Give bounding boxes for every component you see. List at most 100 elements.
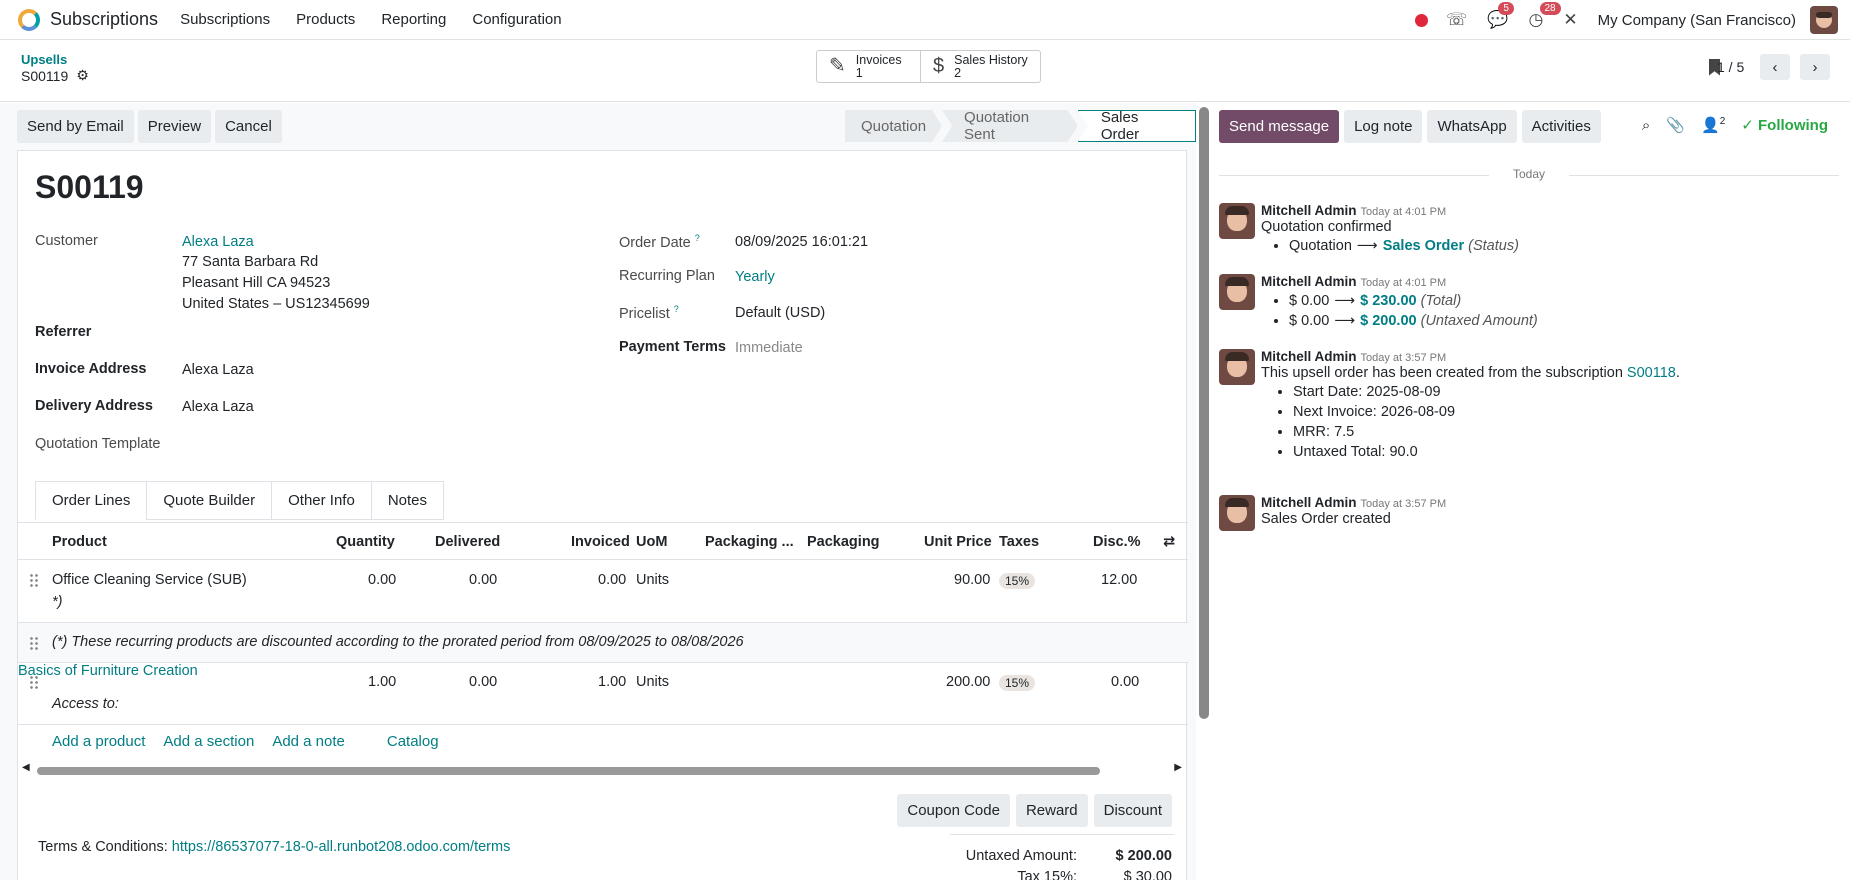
line-delivered[interactable]: 0.00	[469, 572, 497, 588]
terms-link[interactable]: https://86537077-18-0-all.runbot208.odoo…	[172, 839, 511, 855]
status-quotation-sent[interactable]: Quotation Sent	[942, 110, 1078, 142]
table-row[interactable]: Office Cleaning Service (SUB) *) 0.00 0.…	[18, 561, 1188, 623]
menu-configuration[interactable]: Configuration	[472, 11, 561, 28]
line-tax-badge[interactable]: 15%	[999, 675, 1036, 691]
help-icon[interactable]: ?	[695, 233, 700, 243]
debug-tools-icon[interactable]: ✕	[1563, 10, 1577, 30]
log-note-button[interactable]: Log note	[1344, 110, 1423, 143]
app-name[interactable]: Subscriptions	[50, 9, 158, 30]
subscription-link[interactable]: S00118	[1627, 365, 1676, 381]
pager-previous-button[interactable]: ‹	[1760, 54, 1790, 80]
search-icon[interactable]: ⌕	[1642, 117, 1650, 134]
col-unit-price[interactable]: Unit Price	[924, 534, 992, 550]
add-product-link[interactable]: Add a product	[52, 733, 145, 750]
order-date-field[interactable]: 08/09/2025 16:01:21	[735, 234, 868, 250]
paperclip-icon[interactable]: 📎	[1666, 116, 1685, 134]
menu-reporting[interactable]: Reporting	[381, 11, 446, 28]
line-product[interactable]: Basics of Furniture Creation	[18, 663, 198, 679]
col-packaging[interactable]: Packaging	[807, 534, 880, 550]
col-quantity[interactable]: Quantity	[336, 534, 395, 550]
horizontal-scrollbar[interactable]: ◀ ▶	[22, 762, 1182, 776]
message-author[interactable]: Mitchell Admin	[1261, 203, 1357, 218]
preview-button[interactable]: Preview	[137, 110, 212, 143]
invoices-smart-button[interactable]: ✎ Invoices 1	[817, 51, 921, 82]
invoice-address-field[interactable]: Alexa Laza	[182, 362, 254, 378]
line-note[interactable]: (*) These recurring products are discoun…	[52, 634, 744, 650]
column-settings-icon[interactable]: ⇄	[1163, 534, 1175, 550]
status-sales-order[interactable]: Sales Order	[1077, 110, 1196, 142]
form-vertical-scrollbar[interactable]	[1199, 107, 1209, 719]
followers-icon[interactable]: 👤2	[1701, 116, 1725, 134]
line-quantity[interactable]: 1.00	[368, 674, 396, 690]
user-avatar[interactable]	[1810, 6, 1838, 34]
line-delivered[interactable]: 0.00	[469, 674, 497, 690]
col-uom[interactable]: UoM	[636, 534, 667, 550]
col-discount[interactable]: Disc.%	[1093, 534, 1141, 550]
col-taxes[interactable]: Taxes	[999, 534, 1039, 550]
help-icon[interactable]: ?	[674, 304, 679, 314]
catalog-link[interactable]: Catalog	[387, 733, 439, 750]
drag-handle-icon[interactable]	[29, 675, 39, 689]
scroll-right-icon[interactable]: ▶	[1174, 762, 1182, 773]
line-product[interactable]: Office Cleaning Service (SUB)	[52, 572, 247, 588]
discount-button[interactable]: Discount	[1093, 794, 1172, 827]
following-button[interactable]: ✓ Following	[1741, 116, 1828, 134]
tab-other-info[interactable]: Other Info	[271, 481, 371, 520]
whatsapp-button[interactable]: WhatsApp	[1427, 110, 1517, 143]
table-row[interactable]: Basics of Furniture Creation Access to: …	[18, 663, 1188, 725]
pager-next-button[interactable]: ›	[1800, 54, 1830, 80]
author-avatar[interactable]	[1219, 349, 1255, 385]
delivery-address-field[interactable]: Alexa Laza	[182, 399, 254, 415]
tab-order-lines[interactable]: Order Lines	[35, 481, 147, 520]
recurring-plan-field[interactable]: Yearly	[735, 269, 775, 285]
recording-dot-icon[interactable]	[1415, 13, 1429, 27]
drag-handle-icon[interactable]	[29, 636, 39, 650]
breadcrumb-upsells[interactable]: Upsells	[21, 52, 67, 67]
message-author[interactable]: Mitchell Admin	[1261, 274, 1357, 289]
line-discount[interactable]: 0.00	[1111, 674, 1139, 690]
phone-icon[interactable]: ☏	[1446, 10, 1467, 30]
tab-quote-builder[interactable]: Quote Builder	[146, 481, 272, 520]
tab-notes[interactable]: Notes	[370, 481, 444, 520]
pricelist-field[interactable]: Default (USD)	[735, 305, 825, 321]
line-tax-badge[interactable]: 15%	[999, 573, 1036, 589]
message-author[interactable]: Mitchell Admin	[1261, 495, 1357, 510]
line-discount[interactable]: 12.00	[1101, 572, 1137, 588]
sales-history-smart-button[interactable]: $ Sales History 2	[921, 51, 1040, 82]
activities-clock-icon[interactable]: ◷ 28	[1529, 2, 1561, 30]
send-message-button[interactable]: Send message	[1219, 110, 1340, 143]
cancel-button[interactable]: Cancel	[215, 110, 282, 143]
col-product[interactable]: Product	[52, 534, 107, 550]
line-quantity[interactable]: 0.00	[368, 572, 396, 588]
send-by-email-button[interactable]: Send by Email	[17, 110, 134, 143]
author-avatar[interactable]	[1219, 495, 1255, 531]
activities-button[interactable]: Activities	[1521, 110, 1601, 143]
drag-handle-icon[interactable]	[29, 573, 39, 587]
line-unit-price[interactable]: 200.00	[946, 674, 990, 690]
app-logo-icon[interactable]	[18, 8, 40, 31]
author-avatar[interactable]	[1219, 274, 1255, 310]
horizontal-scroll-thumb[interactable]	[37, 767, 1100, 775]
reward-button[interactable]: Reward	[1015, 794, 1088, 827]
menu-subscriptions[interactable]: Subscriptions	[180, 11, 270, 28]
line-uom[interactable]: Units	[636, 572, 669, 588]
line-unit-price[interactable]: 90.00	[954, 572, 990, 588]
table-row-note[interactable]: (*) These recurring products are discoun…	[18, 623, 1188, 663]
author-avatar[interactable]	[1219, 203, 1255, 239]
message-author[interactable]: Mitchell Admin	[1261, 349, 1357, 364]
pager-value[interactable]: 1 / 5	[1717, 59, 1744, 75]
company-switcher[interactable]: My Company (San Francisco)	[1598, 12, 1796, 29]
status-quotation[interactable]: Quotation	[845, 110, 942, 142]
col-packaging-qty[interactable]: Packaging ...	[705, 534, 794, 550]
col-delivered[interactable]: Delivered	[435, 534, 500, 550]
coupon-code-button[interactable]: Coupon Code	[897, 794, 1010, 827]
payment-terms-field[interactable]: Immediate	[735, 340, 803, 356]
scroll-left-icon[interactable]: ◀	[22, 762, 30, 773]
add-section-link[interactable]: Add a section	[163, 733, 254, 750]
line-uom[interactable]: Units	[636, 674, 669, 690]
add-note-link[interactable]: Add a note	[272, 733, 345, 750]
messages-icon[interactable]: 💬 5	[1487, 2, 1514, 30]
gear-icon[interactable]: ⚙	[76, 67, 89, 84]
menu-products[interactable]: Products	[296, 11, 355, 28]
customer-link[interactable]: Alexa Laza	[182, 234, 254, 250]
